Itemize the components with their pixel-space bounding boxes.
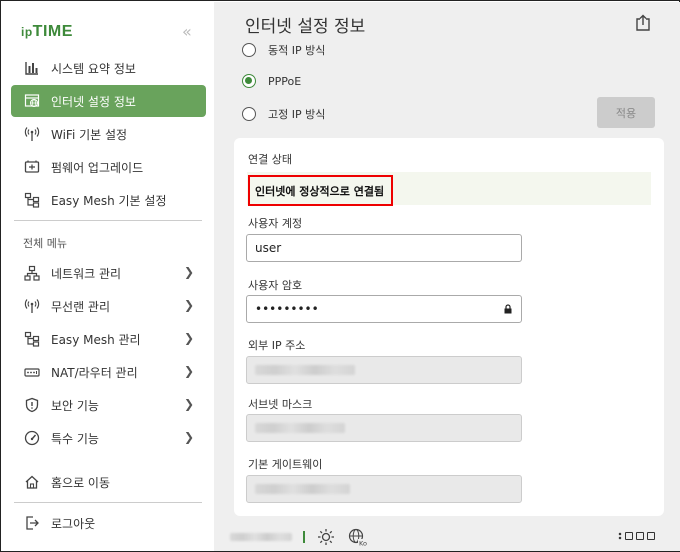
sidebar-item-label: WiFi 기본 설정: [51, 127, 128, 142]
logout-icon: [23, 514, 41, 532]
user-label: 사용자 계정: [248, 217, 303, 230]
shield-icon: [23, 396, 41, 414]
collapse-sidebar-button[interactable]: «: [182, 22, 192, 41]
language-code: Ko: [359, 540, 367, 547]
radio-button[interactable]: [242, 74, 256, 88]
mesh-icon: [23, 191, 41, 209]
chevron-right-icon: ❯: [183, 331, 194, 345]
export-icon[interactable]: [634, 14, 652, 32]
radio-dynamic-ip[interactable]: 동적 IP 방식: [242, 42, 325, 58]
chevron-right-icon: ❯: [183, 364, 194, 378]
sidebar-item-label: 무선랜 관리: [51, 299, 111, 314]
footer-bar: Ko: [214, 520, 680, 551]
redacted-value: [255, 423, 345, 433]
divider: [303, 531, 305, 543]
sidebar-item-nat-router[interactable]: NAT/라우터 관리 ❯: [11, 356, 206, 388]
firmware-icon: [23, 158, 41, 176]
status-label: 연결 상태: [248, 153, 292, 166]
app-frame: ipTIME « 시스템 요약 정보 인터넷 설정 정보 WiFi 기본 설정: [0, 0, 680, 552]
radio-label: 동적 IP 방식: [268, 44, 326, 57]
gateway-field: [246, 475, 522, 503]
wifi-antenna-icon: [23, 297, 41, 315]
redacted-value: [255, 484, 350, 494]
iptime-logo[interactable]: ipTIME: [21, 23, 73, 41]
sidebar-item-label: 특수 기능: [51, 431, 99, 446]
connection-status-value: 인터넷에 정상적으로 연결됨: [248, 175, 393, 206]
layout-toggle-icon[interactable]: [618, 532, 655, 540]
subnet-field: [246, 414, 522, 442]
sidebar-item-label: 인터넷 설정 정보: [51, 94, 136, 109]
sidebar-item-firmware[interactable]: 펌웨어 업그레이드: [11, 151, 206, 183]
chevron-right-icon: ❯: [183, 265, 194, 279]
theme-sun-icon[interactable]: [317, 528, 335, 546]
radio-button[interactable]: [242, 43, 256, 57]
subnet-label: 서브넷 마스크: [248, 398, 313, 411]
password-input[interactable]: •••••••••: [246, 295, 522, 323]
mesh-icon: [23, 330, 41, 348]
language-globe-icon[interactable]: Ko: [348, 528, 368, 548]
sidebar-item-internet-settings[interactable]: 인터넷 설정 정보: [11, 85, 206, 117]
router-icon: [23, 363, 41, 381]
sidebar-item-security[interactable]: 보안 기능 ❯: [11, 389, 206, 421]
chevron-right-icon: ❯: [183, 298, 194, 312]
external-ip-label: 외부 IP 주소: [248, 339, 306, 352]
main-content: 인터넷 설정 정보 동적 IP 방식 PPPoE 고정 IP 방식 적용 연결 …: [214, 2, 680, 551]
divider: [14, 502, 202, 503]
password-value: •••••••••: [255, 302, 319, 316]
radio-label: 고정 IP 방식: [268, 108, 326, 121]
chevron-right-icon: ❯: [183, 397, 194, 411]
sidebar-item-network[interactable]: 네트워크 관리 ❯: [11, 257, 206, 289]
sidebar-item-label: 홈으로 이동: [51, 475, 111, 490]
sidebar-item-label: Easy Mesh 기본 설정: [51, 193, 167, 208]
divider: [14, 220, 202, 221]
home-icon: [23, 473, 41, 491]
sidebar-item-special[interactable]: 특수 기능 ❯: [11, 422, 206, 454]
sidebar-item-label: 시스템 요약 정보: [51, 61, 136, 76]
radio-button[interactable]: [242, 107, 256, 121]
sidebar-item-label: 로그아웃: [51, 516, 96, 531]
redacted-info: [230, 533, 292, 541]
chevron-right-icon: ❯: [183, 430, 194, 444]
section-title: 전체 메뉴: [23, 237, 67, 250]
sidebar-item-label: NAT/라우터 관리: [51, 365, 138, 380]
logout-button[interactable]: 로그아웃: [11, 507, 206, 539]
lock-icon[interactable]: [503, 304, 513, 314]
sidebar-item-wireless[interactable]: 무선랜 관리 ❯: [11, 290, 206, 322]
sidebar-item-label: 네트워크 관리: [51, 266, 122, 281]
sidebar-item-label: 보안 기능: [51, 398, 99, 413]
sidebar-item-label: Easy Mesh 관리: [51, 332, 141, 347]
username-input[interactable]: user: [246, 234, 522, 262]
gauge-icon: [23, 429, 41, 447]
gateway-label: 기본 게이트웨이: [248, 458, 323, 471]
connection-panel: 연결 상태 인터넷에 정상적으로 연결됨 사용자 계정 user 사용자 암호 …: [234, 138, 664, 516]
sidebar: ipTIME « 시스템 요약 정보 인터넷 설정 정보 WiFi 기본 설정: [2, 2, 214, 551]
sidebar-item-label: 펌웨어 업그레이드: [51, 160, 144, 175]
page-title: 인터넷 설정 정보: [245, 17, 366, 37]
redacted-value: [255, 365, 355, 375]
radio-pppoe[interactable]: PPPoE: [242, 74, 301, 88]
network-icon: [23, 264, 41, 282]
radio-static-ip[interactable]: 고정 IP 방식: [242, 106, 325, 122]
radio-label: PPPoE: [268, 74, 302, 88]
sidebar-item-easymesh[interactable]: Easy Mesh 관리 ❯: [11, 323, 206, 355]
password-label: 사용자 암호: [248, 279, 303, 292]
sidebar-item-wifi-settings[interactable]: WiFi 기본 설정: [11, 118, 206, 150]
sidebar-item-easymesh-settings[interactable]: Easy Mesh 기본 설정: [11, 184, 206, 216]
external-ip-field: [246, 356, 522, 384]
globe-window-icon: [23, 92, 41, 110]
sidebar-item-system-summary[interactable]: 시스템 요약 정보: [11, 52, 206, 84]
wifi-antenna-icon: [23, 125, 41, 143]
bar-chart-icon: [23, 59, 41, 77]
sidebar-item-home[interactable]: 홈으로 이동: [11, 466, 206, 498]
apply-button[interactable]: 적용: [597, 97, 655, 128]
